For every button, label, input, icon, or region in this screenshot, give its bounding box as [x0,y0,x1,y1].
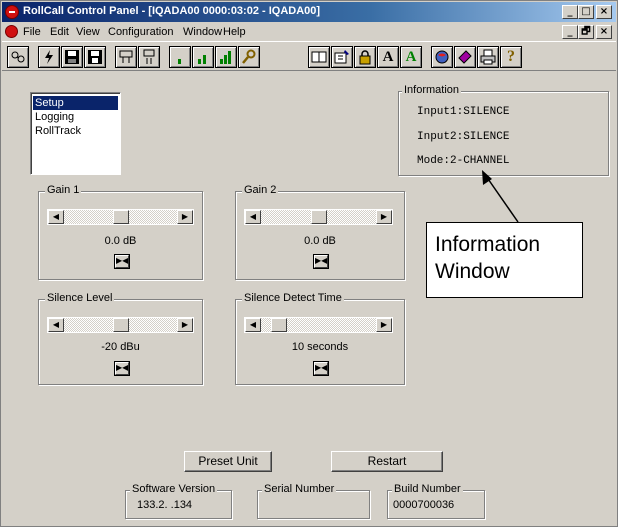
information-window-callout: Information Window [426,222,583,298]
callout-line-2: Window [435,260,510,283]
callout-line-1: Information [435,233,541,256]
